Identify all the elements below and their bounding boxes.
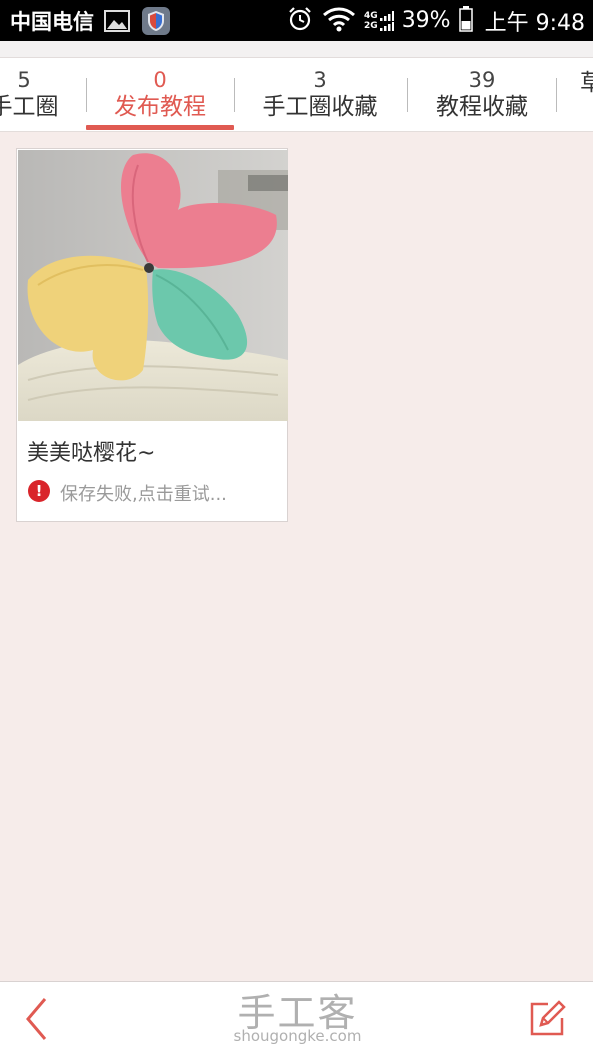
back-button[interactable] — [18, 994, 58, 1044]
tab-label: 发布教程 — [114, 94, 206, 120]
network-type-bottom: 2G — [364, 20, 378, 31]
carrier-name: 中国电信 — [10, 9, 94, 34]
signal-icon: 4G 2G — [364, 10, 394, 31]
edit-button[interactable] — [526, 998, 568, 1040]
tab-handcraft-favorites[interactable]: 3 手工圈收藏 — [240, 58, 400, 131]
tab-tutorial-favorites[interactable]: 39 教程收藏 — [412, 58, 552, 131]
security-shield-icon — [142, 6, 170, 35]
tab-bar[interactable]: 5 手工圈 0 发布教程 3 手工圈收藏 39 教程收藏 草 — [0, 58, 593, 132]
battery-icon — [458, 5, 473, 36]
tutorial-card[interactable]: 美美哒樱花~ ! 保存失败,点击重试... — [16, 148, 288, 522]
wifi-icon — [322, 6, 356, 36]
tab-count: 39 — [468, 68, 496, 92]
tab-label: 手工圈收藏 — [262, 94, 378, 120]
status-bar: 中国电信 4G 2G 39% 上午 9:48 — [0, 0, 593, 41]
tutorial-title: 美美哒樱花~ — [27, 441, 156, 466]
tab-label: 教程收藏 — [436, 94, 528, 120]
bottom-bar: 手工客 shougongke.com — [0, 981, 593, 1054]
tab-drafts[interactable]: 草 — [566, 58, 593, 131]
chevron-left-icon — [26, 998, 47, 1040]
header-strip — [0, 41, 593, 58]
brand-logo-domain: shougongke.com — [233, 1027, 362, 1045]
tab-label: 手工圈 — [0, 94, 59, 120]
tab-divider — [407, 78, 408, 112]
battery-percentage: 39% — [401, 8, 451, 33]
tutorial-cover-image — [18, 150, 288, 421]
status-bar-right: 4G 2G 39% 上午 9:48 — [286, 0, 585, 41]
tab-count: 5 — [17, 68, 31, 92]
active-tab-indicator — [86, 125, 234, 130]
status-time: 上午 9:48 — [484, 10, 585, 36]
tab-handcraft-circle[interactable]: 5 手工圈 — [0, 58, 72, 131]
pencil-square-icon — [530, 1000, 566, 1036]
save-failed-retry-text[interactable]: 保存失败,点击重试... — [60, 480, 227, 506]
exclamation-circle-icon: ! — [28, 480, 50, 502]
network-type-top: 4G — [364, 10, 378, 21]
tab-count: 3 — [313, 68, 327, 92]
tab-divider — [556, 78, 557, 112]
gallery-icon — [104, 9, 130, 32]
tab-published-tutorials[interactable]: 0 发布教程 — [86, 58, 234, 131]
tab-count: 0 — [153, 68, 167, 92]
tab-label: 草 — [580, 69, 593, 97]
tab-divider — [234, 78, 235, 112]
alarm-clock-icon — [286, 5, 314, 37]
